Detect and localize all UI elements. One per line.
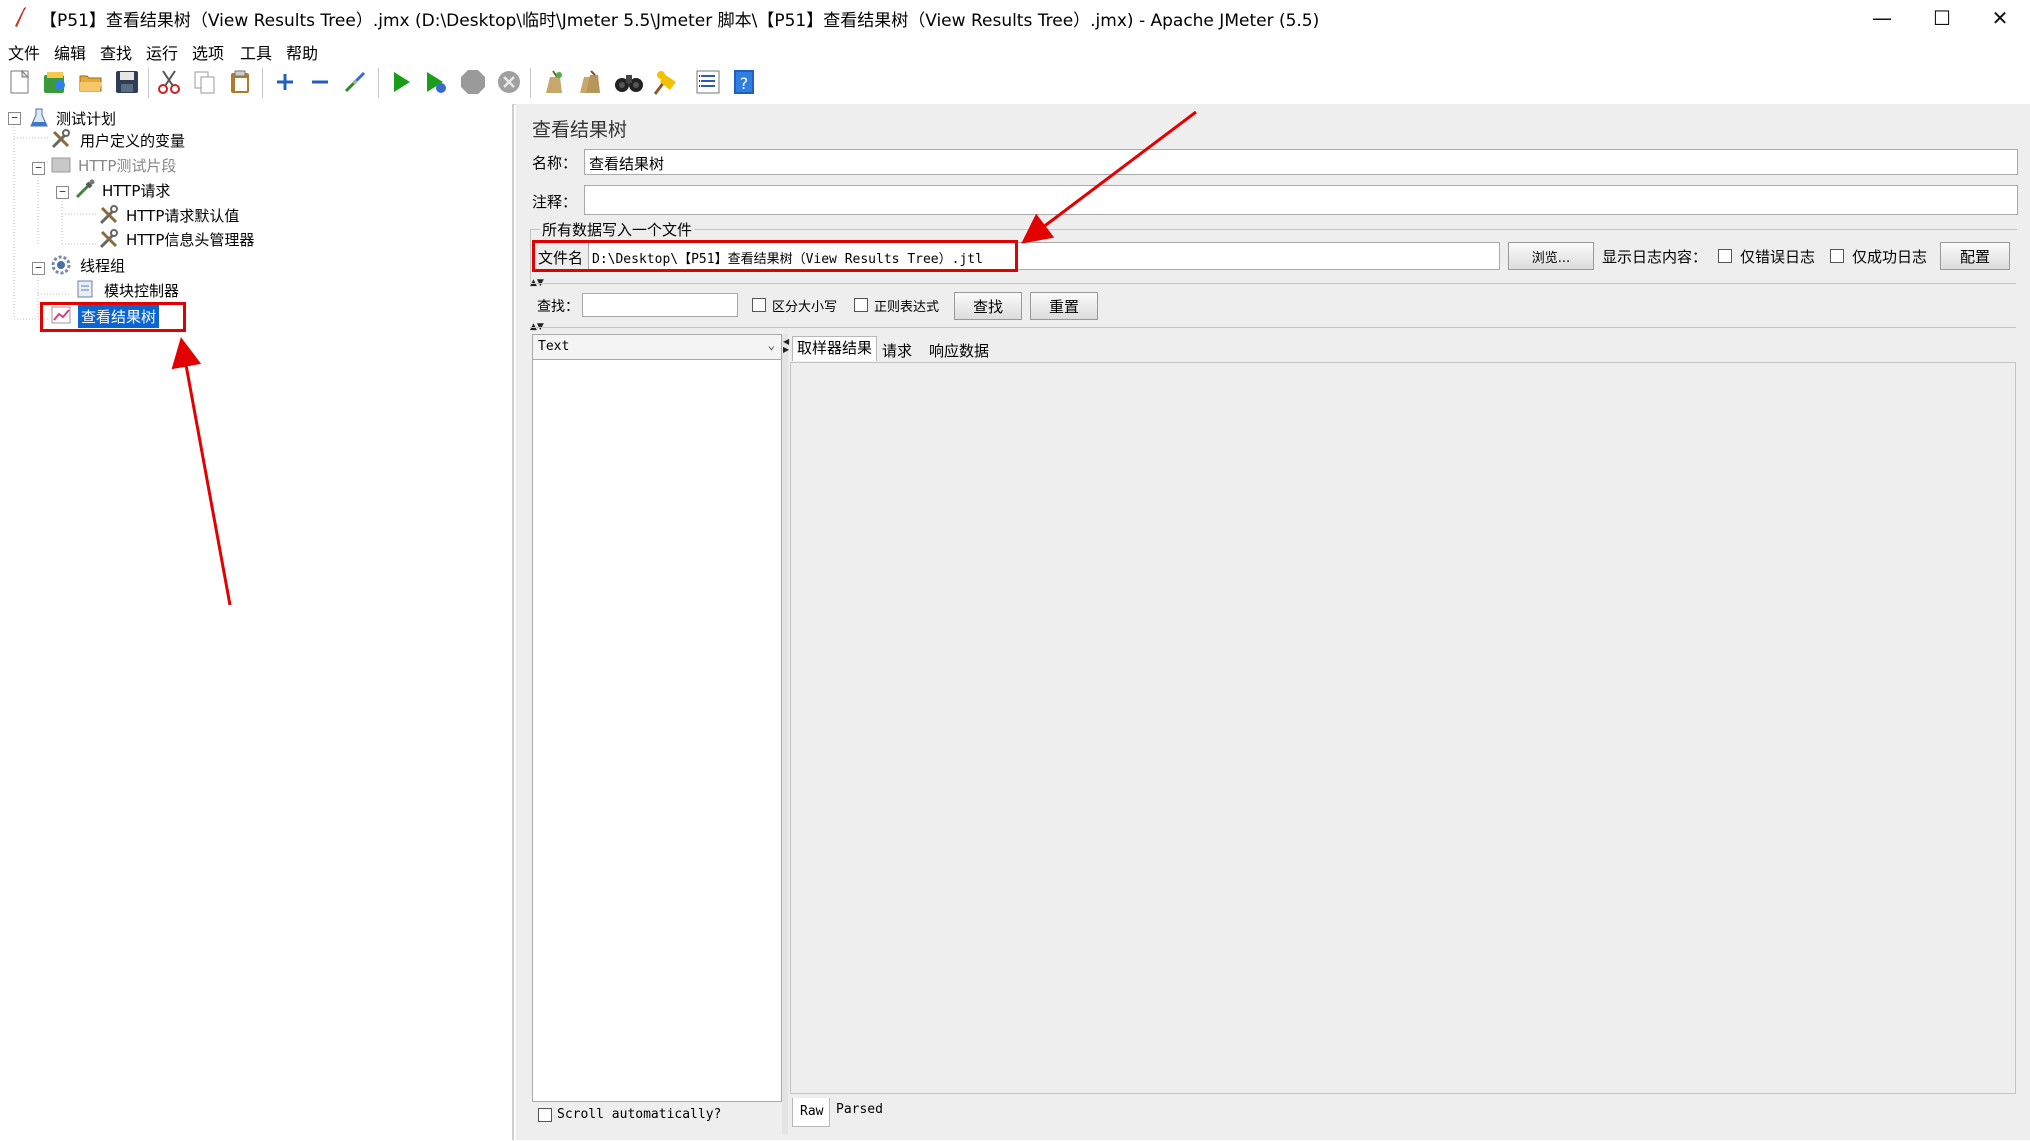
start-no-pauses-icon[interactable]: [421, 66, 451, 98]
tree-expander-thread-group[interactable]: −: [32, 262, 45, 275]
expand-all-icon[interactable]: [270, 66, 300, 98]
errors-only-checkbox[interactable]: [1718, 249, 1732, 263]
tab-sampler-result[interactable]: 取样器结果: [792, 336, 878, 361]
comment-label: 注释：: [532, 193, 578, 211]
success-only-label: 仅成功日志: [1852, 248, 1928, 266]
new-icon[interactable]: [5, 66, 35, 98]
tree-item-module-controller[interactable]: 模块控制器: [104, 280, 179, 301]
tree-item-http-request[interactable]: HTTP请求: [102, 180, 170, 201]
browse-button[interactable]: 浏览...: [1508, 242, 1594, 270]
annotation-box-tree-item: [40, 302, 186, 332]
scroll-auto-checkbox[interactable]: [538, 1108, 552, 1122]
binoculars-icon[interactable]: [614, 66, 644, 98]
toolbar-separator: [378, 68, 379, 98]
chevron-down-icon: ⌄: [767, 338, 775, 352]
tab-parsed[interactable]: Parsed: [836, 1102, 883, 1117]
save-icon[interactable]: [112, 66, 142, 98]
cut-icon[interactable]: [154, 66, 184, 98]
result-content-area: [790, 362, 2016, 1094]
toggle-icon[interactable]: [340, 66, 370, 98]
window-title: 【P51】查看结果树（View Results Tree）.jmx (D:\De…: [40, 11, 1320, 31]
tree-item-http-fragment[interactable]: HTTP测试片段: [78, 155, 176, 176]
clear-icon[interactable]: [538, 66, 568, 98]
copy-icon[interactable]: [190, 66, 220, 98]
comment-field[interactable]: [584, 185, 2018, 215]
tab-raw[interactable]: Raw: [800, 1104, 823, 1119]
reset-search-icon[interactable]: [651, 66, 681, 98]
tree-expander-fragment[interactable]: −: [32, 162, 45, 175]
tree-item-user-variables[interactable]: 用户定义的变量: [80, 130, 185, 151]
splitter-arrows[interactable]: ◀ ▶: [783, 338, 789, 354]
tree-item-test-plan[interactable]: 测试计划: [56, 108, 116, 129]
menu-tools[interactable]: 工具: [240, 40, 272, 64]
fragment-icon: [51, 157, 71, 173]
templates-icon[interactable]: [40, 66, 70, 98]
annotation-box-filename: [532, 240, 1018, 272]
configure-button[interactable]: 配置: [1940, 242, 2010, 270]
panel-heading: 查看结果树: [532, 119, 628, 141]
log-content-label: 显示日志内容：: [1602, 248, 1708, 266]
find-button[interactable]: 查找: [954, 292, 1022, 320]
results-list[interactable]: [532, 334, 782, 1102]
module-icon: [77, 280, 93, 298]
jmeter-feather-icon: [15, 7, 26, 27]
collapse-all-icon[interactable]: [305, 66, 335, 98]
tab-response-data[interactable]: 响应数据: [929, 340, 989, 361]
menu-run[interactable]: 运行: [146, 40, 178, 64]
minimize-button[interactable]: —: [1852, 0, 1912, 36]
flask-icon: [30, 108, 48, 127]
paste-icon[interactable]: [226, 66, 256, 98]
tree-item-http-defaults[interactable]: HTTP请求默认值: [126, 205, 239, 226]
menu-edit[interactable]: 编辑: [54, 40, 86, 64]
name-label: 名称：: [532, 154, 578, 172]
divider: [530, 327, 2016, 328]
renderer-select-value: Text: [538, 339, 570, 354]
maximize-button[interactable]: ☐: [1912, 0, 1972, 36]
tree-expander-http-request[interactable]: −: [56, 186, 69, 199]
start-icon[interactable]: [386, 66, 416, 98]
open-icon[interactable]: [76, 66, 106, 98]
reset-button[interactable]: 重置: [1030, 292, 1098, 320]
menu-search[interactable]: 查找: [100, 40, 132, 64]
wrench-icon: [99, 205, 118, 225]
help-icon[interactable]: ?: [729, 66, 759, 98]
name-field[interactable]: 查看结果树: [584, 149, 2018, 175]
tree-item-thread-group[interactable]: 线程组: [80, 255, 125, 276]
search-label: 查找：: [537, 299, 579, 315]
gear-icon: [51, 255, 71, 275]
shutdown-icon[interactable]: [494, 66, 524, 98]
vertical-splitter[interactable]: [782, 334, 788, 1134]
menu-options[interactable]: 选项: [192, 40, 224, 64]
pipette-icon: [75, 179, 95, 199]
tree-item-header-manager[interactable]: HTTP信息头管理器: [126, 229, 254, 250]
stop-icon[interactable]: [458, 66, 488, 98]
tree-expander-test-plan[interactable]: −: [8, 112, 21, 125]
close-button[interactable]: ✕: [1970, 0, 2030, 36]
tab-request[interactable]: 请求: [882, 340, 912, 361]
errors-only-label: 仅错误日志: [1740, 248, 1816, 266]
function-helper-icon[interactable]: [693, 66, 723, 98]
success-only-checkbox[interactable]: [1830, 249, 1844, 263]
file-group-label: 所有数据写入一个文件: [540, 219, 695, 240]
case-sensitive-checkbox[interactable]: [752, 298, 766, 312]
menu-file[interactable]: 文件: [8, 40, 40, 64]
toolbar-separator: [530, 68, 531, 98]
menu-help[interactable]: 帮助: [286, 40, 318, 64]
wrench-icon: [51, 129, 70, 149]
search-input[interactable]: [582, 293, 738, 317]
regex-checkbox[interactable]: [854, 298, 868, 312]
renderer-select[interactable]: Text ⌄: [532, 334, 782, 360]
divider: [530, 283, 2016, 284]
scroll-auto-label: Scroll automatically?: [557, 1107, 722, 1122]
svg-text:?: ?: [740, 74, 749, 93]
regex-label: 正则表达式: [874, 300, 940, 315]
wrench-icon: [99, 229, 118, 249]
toolbar-separator: [262, 68, 263, 98]
test-plan-tree: − 测试计划 用户定义的变量 − HTTP测试片段 − HTTP请求 HTTP请…: [0, 104, 514, 1140]
clear-all-icon[interactable]: [574, 66, 604, 98]
case-sensitive-label: 区分大小写: [772, 300, 838, 315]
toolbar-separator: [148, 68, 149, 98]
